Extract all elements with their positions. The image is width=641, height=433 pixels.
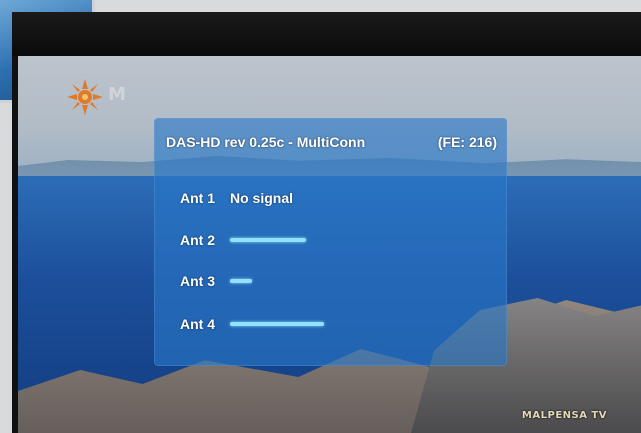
osd-header: DAS-HD rev 0.25c - MultiConn (FE: 216) bbox=[166, 134, 497, 150]
video-picture: M MALPENSA TV DAS-HD rev 0.25c - MultiCo… bbox=[18, 56, 641, 433]
channel-watermark: MALPENSA TV bbox=[521, 410, 607, 421]
signal-meter bbox=[230, 279, 430, 283]
osd-title: DAS-HD rev 0.25c - MultiConn bbox=[166, 134, 366, 150]
letterbox-bar bbox=[12, 12, 641, 56]
signal-level-bar bbox=[230, 238, 306, 242]
channel-logo-letter: M bbox=[108, 84, 126, 105]
antenna-label: Ant 4 bbox=[180, 316, 215, 332]
tv-screen-frame: M MALPENSA TV DAS-HD rev 0.25c - MultiCo… bbox=[12, 12, 641, 433]
antenna-label: Ant 3 bbox=[180, 273, 215, 289]
channel-sun-logo-icon bbox=[67, 79, 103, 115]
antenna-label: Ant 2 bbox=[180, 232, 215, 248]
signal-level-bar bbox=[230, 322, 324, 326]
signal-meter bbox=[230, 322, 430, 326]
antenna-status: No signal bbox=[230, 190, 294, 206]
antenna-label: Ant 1 bbox=[180, 190, 215, 206]
signal-level-bar bbox=[230, 279, 252, 283]
frontend-id: (FE: 216) bbox=[437, 134, 497, 150]
antenna-row-1: Ant 1 No signal bbox=[180, 190, 293, 206]
antenna-row-4: Ant 4 bbox=[180, 316, 430, 332]
antenna-row-2: Ant 2 bbox=[180, 232, 430, 248]
signal-osd-panel: DAS-HD rev 0.25c - MultiConn (FE: 216) A… bbox=[154, 118, 507, 366]
antenna-row-3: Ant 3 bbox=[180, 273, 430, 289]
signal-meter bbox=[230, 238, 430, 242]
